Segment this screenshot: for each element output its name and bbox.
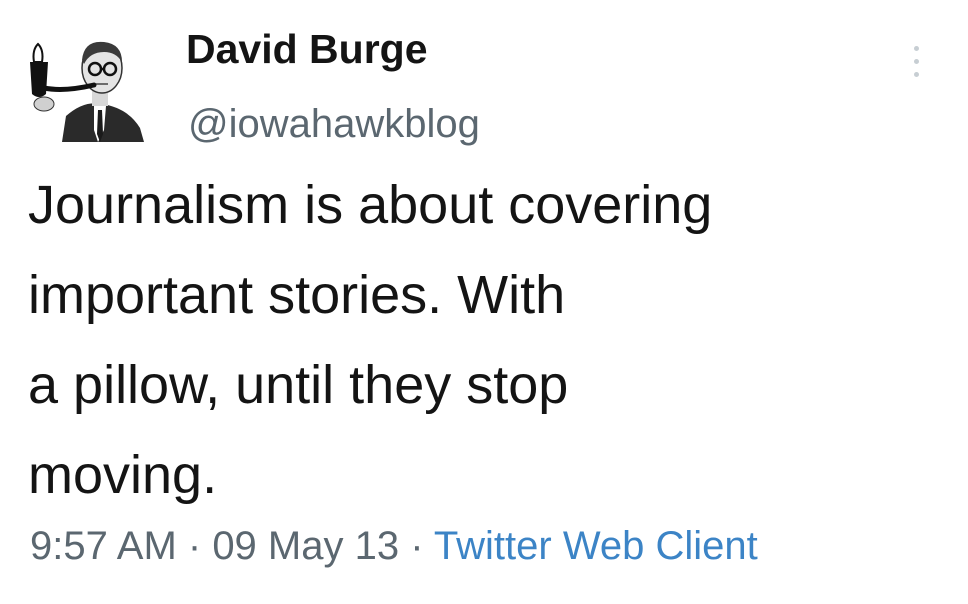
author-name[interactable]: David Burge	[186, 26, 428, 73]
more-dot	[914, 46, 919, 51]
author-handle[interactable]: @iowahawkblog	[188, 102, 480, 147]
tweet-source-link[interactable]: Twitter Web Client	[434, 524, 758, 568]
meta-separator: ·	[399, 524, 434, 568]
tweet-text-line: important stories. With	[28, 265, 566, 325]
tweet-date[interactable]: 09 May 13	[212, 524, 399, 568]
more-dot	[914, 72, 919, 77]
tweet-time[interactable]: 9:57 AM	[30, 524, 177, 568]
more-dot	[914, 59, 919, 64]
tweet-meta: 9:57 AM · 09 May 13 · Twitter Web Client	[30, 524, 758, 569]
tweet-text-line: moving.	[28, 445, 218, 505]
tweet-text-line: a pillow, until they stop	[28, 355, 569, 415]
tweet-card: David Burge @iowahawkblog Journalism is …	[0, 0, 968, 604]
more-options-icon[interactable]	[904, 40, 930, 84]
person-with-pipe-avatar-icon	[30, 41, 144, 142]
meta-separator: ·	[176, 524, 213, 568]
avatar[interactable]	[24, 30, 150, 142]
tweet-text: Journalism is about covering important s…	[28, 160, 948, 520]
tweet-text-line: Journalism is about covering	[28, 175, 713, 235]
